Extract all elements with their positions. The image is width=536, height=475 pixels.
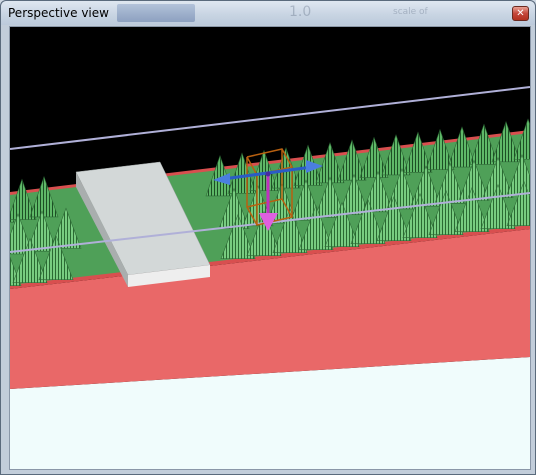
title-bar[interactable]: Perspective view 1.0 scale of ✕ <box>1 1 535 25</box>
window-title: Perspective view <box>8 6 109 20</box>
background-window-ghost <box>117 4 195 22</box>
perspective-viewport[interactable] <box>9 26 531 470</box>
background-window-ghost-text: scale of <box>393 7 428 17</box>
gizmo-pivot[interactable] <box>265 171 271 177</box>
close-icon: ✕ <box>516 8 525 19</box>
perspective-view-window: Perspective view 1.0 scale of ✕ <box>0 0 536 475</box>
background-window-ghost-text: 1.0 <box>289 4 312 20</box>
close-button[interactable]: ✕ <box>512 6 529 21</box>
